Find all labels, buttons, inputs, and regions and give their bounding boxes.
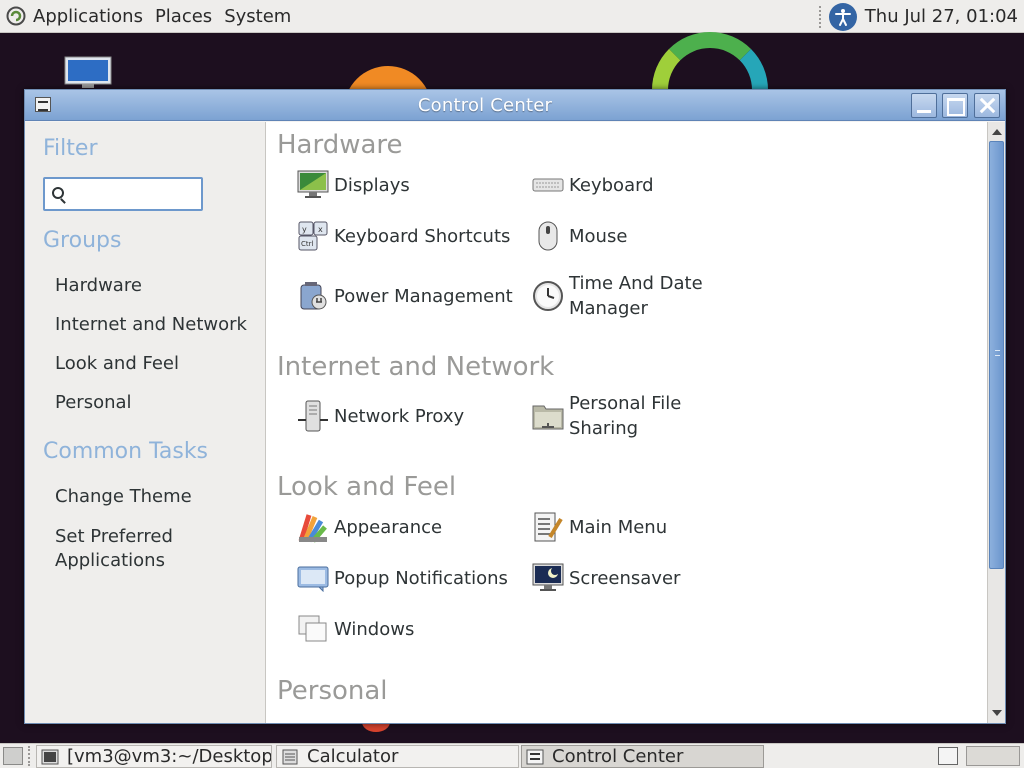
appearance-icon bbox=[296, 510, 330, 544]
minimize-button[interactable] bbox=[911, 93, 937, 118]
control-center-icon bbox=[526, 749, 544, 765]
window-titlebar[interactable]: Control Center bbox=[25, 90, 1005, 121]
group-link-hardware[interactable]: Hardware bbox=[55, 274, 142, 298]
item-main-menu[interactable]: Main Menu bbox=[531, 507, 667, 547]
window-title: Control Center bbox=[417, 95, 553, 116]
item-label: Screensaver bbox=[569, 567, 681, 589]
svg-text:x: x bbox=[318, 225, 323, 234]
screensaver-icon bbox=[531, 561, 565, 595]
windows-icon bbox=[296, 612, 330, 646]
group-link-look-and-feel[interactable]: Look and Feel bbox=[55, 352, 179, 376]
scroll-up-arrow-icon[interactable] bbox=[992, 129, 1002, 135]
taskbar-item-label: [vm3@vm3:~/Desktop] bbox=[67, 746, 272, 767]
settings-content: Hardware Displays Keyboard y x Ctrl Keyboa… bbox=[265, 122, 987, 723]
tray-control-center-icon[interactable] bbox=[938, 747, 958, 765]
item-label: Personal File Sharing bbox=[569, 393, 682, 439]
search-icon bbox=[52, 187, 64, 199]
item-keyboard-shortcuts[interactable]: y x Ctrl Keyboard Shortcuts bbox=[296, 216, 510, 256]
item-label: Network Proxy bbox=[334, 405, 465, 427]
scrollbar-thumb[interactable] bbox=[989, 141, 1004, 569]
main-menu-icon bbox=[531, 510, 565, 544]
item-label: Displays bbox=[334, 174, 410, 196]
item-displays[interactable]: Displays bbox=[296, 165, 410, 205]
keyboard-icon bbox=[531, 168, 565, 202]
show-desktop-icon[interactable] bbox=[3, 747, 23, 765]
filter-input[interactable] bbox=[71, 183, 197, 205]
power-management-icon bbox=[296, 279, 330, 313]
item-label: Mouse bbox=[569, 225, 628, 247]
svg-text:Ctrl: Ctrl bbox=[301, 240, 314, 248]
folder-share-icon bbox=[531, 399, 565, 433]
item-appearance[interactable]: Appearance bbox=[296, 507, 442, 547]
item-label: Main Menu bbox=[569, 516, 668, 538]
control-center-window: Control Center Filter Groups Hardware In… bbox=[24, 89, 1006, 724]
bottom-panel: [vm3@vm3:~/Desktop] Calculator Control C… bbox=[0, 743, 1024, 768]
system-menu[interactable]: System bbox=[224, 6, 291, 27]
item-windows[interactable]: Windows bbox=[296, 609, 414, 649]
item-mouse[interactable]: Mouse bbox=[531, 216, 627, 256]
taskbar-item-calculator[interactable]: Calculator bbox=[276, 745, 519, 768]
filter-search-box[interactable] bbox=[43, 177, 203, 211]
group-link-personal[interactable]: Personal bbox=[55, 391, 132, 415]
taskbar-item-terminal[interactable]: [vm3@vm3:~/Desktop] bbox=[36, 745, 272, 768]
item-label: Keyboard bbox=[569, 174, 654, 196]
taskbar-item-control-center[interactable]: Control Center bbox=[521, 745, 764, 768]
item-label: Appearance bbox=[334, 516, 443, 538]
filter-heading: Filter bbox=[43, 136, 98, 161]
item-label: Power Management bbox=[334, 285, 513, 307]
taskbar-item-label: Control Center bbox=[552, 746, 684, 767]
scroll-down-arrow-icon[interactable] bbox=[992, 710, 1002, 716]
workspace-switcher[interactable] bbox=[966, 746, 1020, 766]
mate-logo-icon[interactable] bbox=[5, 5, 27, 27]
section-heading-look-and-feel: Look and Feel bbox=[277, 472, 457, 502]
notification-icon bbox=[296, 561, 330, 595]
terminal-icon bbox=[41, 749, 59, 765]
clock[interactable]: Thu Jul 27, 01:04 bbox=[865, 6, 1018, 27]
grip-icon bbox=[995, 350, 1000, 356]
task-change-theme[interactable]: Change Theme bbox=[55, 485, 192, 509]
group-link-internet[interactable]: Internet and Network bbox=[55, 313, 247, 337]
item-keyboard[interactable]: Keyboard bbox=[531, 165, 654, 205]
item-popup-notifications[interactable]: Popup Notifications bbox=[296, 558, 508, 598]
accessibility-icon[interactable] bbox=[828, 2, 857, 31]
item-time-and-date-manager[interactable]: Time And Date Manager bbox=[531, 273, 719, 319]
calculator-icon bbox=[281, 749, 299, 765]
task-set-preferred-applications[interactable]: Set Preferred Applications bbox=[55, 525, 225, 573]
close-button[interactable] bbox=[974, 93, 1000, 118]
vertical-scrollbar[interactable] bbox=[987, 122, 1005, 723]
panel-separator bbox=[28, 746, 32, 766]
groups-heading: Groups bbox=[43, 228, 122, 253]
taskbar-item-label: Calculator bbox=[307, 746, 399, 767]
displays-icon bbox=[296, 168, 330, 202]
item-label: Time And Date Manager bbox=[569, 273, 703, 319]
panel-separator bbox=[818, 5, 823, 28]
keyboard-shortcuts-icon: y x Ctrl bbox=[296, 219, 330, 253]
section-heading-internet: Internet and Network bbox=[277, 352, 555, 382]
maximize-button[interactable] bbox=[942, 93, 968, 118]
item-label: Windows bbox=[334, 618, 415, 640]
applications-menu[interactable]: Applications bbox=[33, 6, 143, 27]
places-menu[interactable]: Places bbox=[155, 6, 212, 27]
item-power-management[interactable]: Power Management bbox=[296, 276, 513, 316]
section-heading-hardware: Hardware bbox=[277, 130, 403, 160]
top-panel: Applications Places System Thu Jul 27, 0… bbox=[0, 0, 1024, 33]
sidebar: Filter Groups Hardware Internet and Netw… bbox=[25, 122, 265, 723]
item-label: Popup Notifications bbox=[334, 567, 508, 589]
section-heading-personal: Personal bbox=[277, 676, 388, 706]
desktop-computer-icon[interactable] bbox=[64, 56, 112, 90]
svg-text:y: y bbox=[302, 225, 307, 234]
network-proxy-icon bbox=[296, 399, 330, 433]
item-personal-file-sharing[interactable]: Personal File Sharing bbox=[531, 393, 719, 439]
item-network-proxy[interactable]: Network Proxy bbox=[296, 396, 464, 436]
item-label: Keyboard Shortcuts bbox=[334, 225, 511, 247]
item-screensaver[interactable]: Screensaver bbox=[531, 558, 680, 598]
mouse-icon bbox=[531, 219, 565, 253]
common-tasks-heading: Common Tasks bbox=[43, 439, 209, 464]
clock-icon bbox=[531, 279, 565, 313]
